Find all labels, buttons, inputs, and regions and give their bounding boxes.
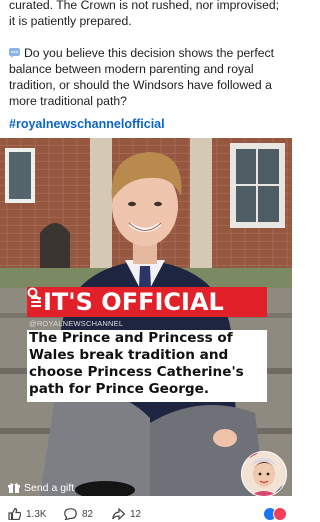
gift-icon xyxy=(8,483,20,493)
love-reaction-icon xyxy=(273,507,287,521)
official-banner: IT'S OFFICIAL xyxy=(27,287,267,317)
speech-bubble-icon xyxy=(9,48,20,58)
share-count: 12 xyxy=(130,508,142,520)
send-gift-button[interactable]: Send a gift xyxy=(8,478,74,498)
question-text: Do you believe this decision shows the p… xyxy=(9,46,274,108)
channel-handle: @ROYALNEWSCHANNEL xyxy=(29,319,124,328)
share-button[interactable]: 12 xyxy=(112,508,141,520)
banner-text: IT'S OFFICIAL xyxy=(43,288,224,316)
headline-text: The Prince and Princess of Wales break t… xyxy=(29,330,244,397)
reactions-summary[interactable] xyxy=(263,507,287,521)
like-button[interactable]: 1.3K xyxy=(8,508,47,520)
hashtag-link[interactable]: #royalnewschannelofficial xyxy=(9,117,165,131)
gift-label: Send a gift xyxy=(24,482,75,494)
headline-panel: The Prince and Princess of Wales break t… xyxy=(27,330,267,402)
page-avatar[interactable] xyxy=(241,451,287,496)
post-question: Do you believe this decision shows the p… xyxy=(9,45,285,109)
headline-overlay: IT'S OFFICIAL @ROYALNEWSCHANNEL The Prin… xyxy=(27,287,267,402)
share-icon xyxy=(112,508,125,520)
search-icon xyxy=(27,287,41,301)
avatar-image xyxy=(242,452,286,496)
comment-button[interactable]: 82 xyxy=(64,508,93,520)
like-count: 1.3K xyxy=(26,508,47,520)
thumbs-up-icon xyxy=(8,508,21,520)
post-paragraph: curated. The Crown is not rushed, nor im… xyxy=(9,0,280,28)
post-image[interactable]: IT'S OFFICIAL @ROYALNEWSCHANNEL The Prin… xyxy=(0,138,292,496)
comment-icon xyxy=(64,508,77,520)
comment-count: 82 xyxy=(82,508,94,520)
